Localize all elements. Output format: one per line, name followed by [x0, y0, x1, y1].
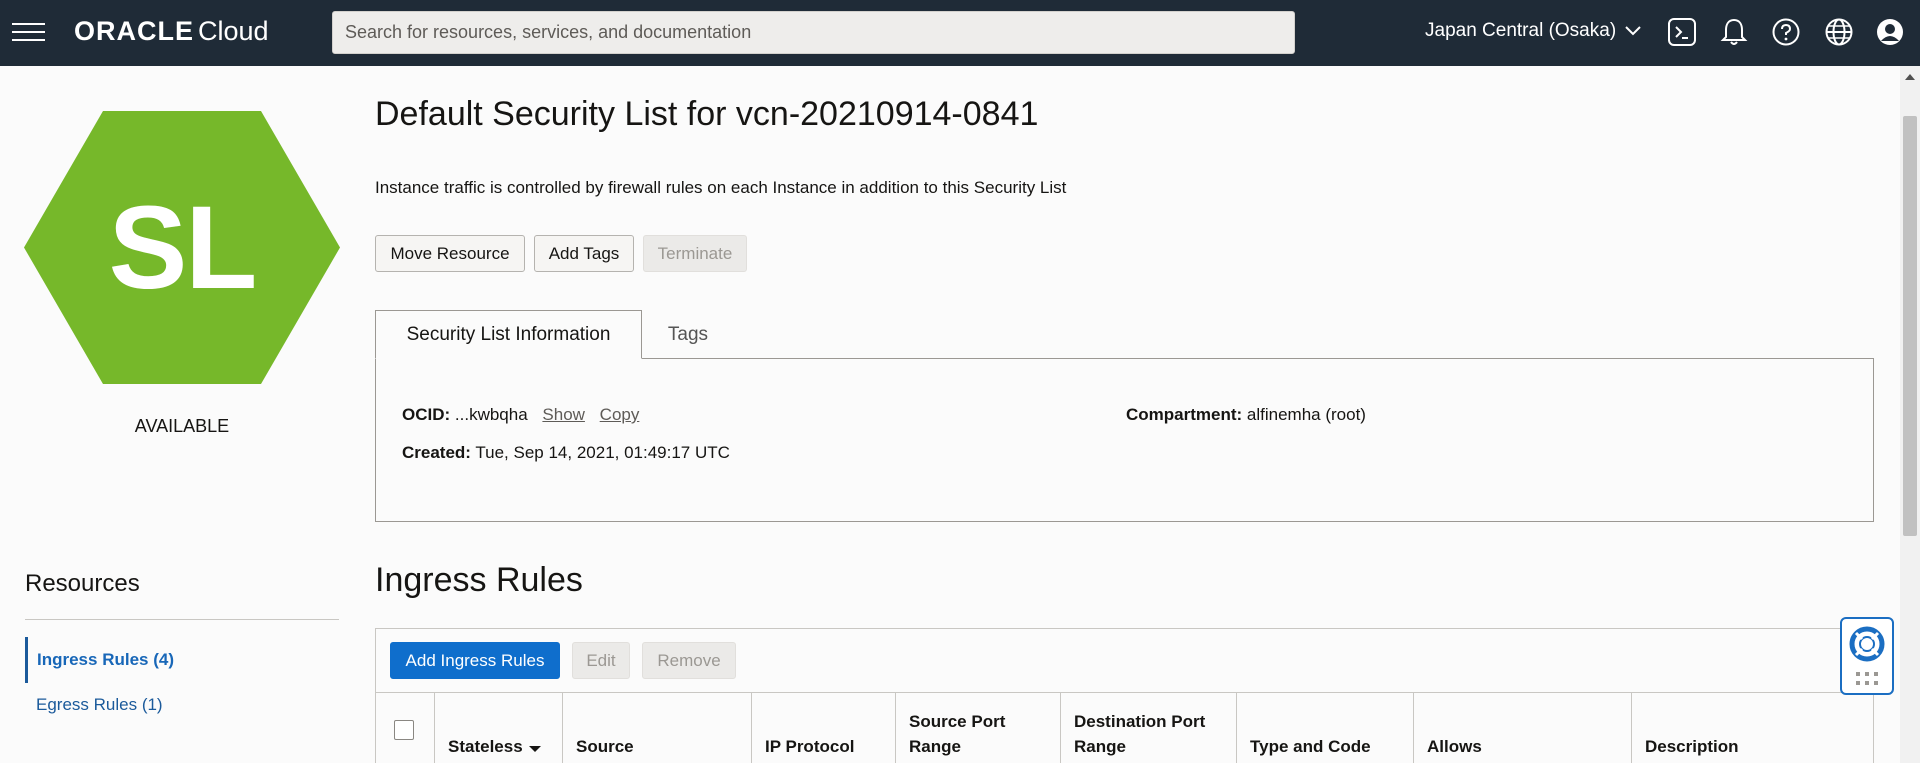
- resource-status: AVAILABLE: [134, 416, 230, 436]
- column-header-destination-port-range[interactable]: Destination Port Range: [1060, 693, 1236, 763]
- column-stateless-label: Stateless: [448, 737, 523, 756]
- user-icon[interactable]: [1873, 15, 1907, 49]
- ocid-show-link[interactable]: Show: [542, 405, 585, 424]
- help-icon[interactable]: [1769, 15, 1803, 49]
- scrollbar-thumb[interactable]: [1903, 116, 1917, 536]
- column-header-ip-protocol[interactable]: IP Protocol: [751, 693, 895, 763]
- ocid-label: OCID:: [402, 405, 451, 424]
- compartment-label: Compartment:: [1126, 405, 1243, 424]
- chevron-down-icon: [1625, 26, 1641, 36]
- column-header-source-port-range[interactable]: Source Port Range: [895, 693, 1045, 763]
- sort-down-icon: [528, 746, 541, 752]
- tab-tags[interactable]: Tags: [642, 310, 734, 359]
- region-label: Japan Central (Osaka): [1425, 20, 1617, 41]
- created-field: Created: Tue, Sep 14, 2021, 01:49:17 UTC: [402, 443, 730, 463]
- top-navigation-bar: ORACLECloud Japan Central (Osaka): [0, 0, 1920, 66]
- ingress-rules-heading: Ingress Rules: [375, 561, 583, 599]
- resources-heading: Resources: [25, 570, 140, 597]
- search-input[interactable]: [332, 11, 1295, 54]
- page-description: Instance traffic is controlled by firewa…: [375, 178, 1067, 197]
- created-value: Tue, Sep 14, 2021, 01:49:17 UTC: [475, 443, 730, 462]
- globe-icon[interactable]: [1822, 15, 1856, 49]
- tab-security-list-information[interactable]: Security List Information: [375, 310, 642, 359]
- column-header-type-and-code[interactable]: Type and Code: [1236, 693, 1413, 763]
- page-scrollbar[interactable]: [1900, 66, 1920, 763]
- bell-icon[interactable]: [1717, 15, 1751, 49]
- resource-badge: SL: [24, 111, 340, 384]
- ocid-field: OCID: ...kwbqha Show Copy: [402, 405, 639, 425]
- cloud-shell-icon[interactable]: [1665, 15, 1699, 49]
- edit-button[interactable]: Edit: [572, 642, 630, 679]
- ocid-value: ...kwbqha: [454, 405, 528, 424]
- menu-icon[interactable]: [12, 19, 45, 43]
- move-resource-button[interactable]: Move Resource: [375, 235, 525, 272]
- scroll-up-icon[interactable]: [1905, 74, 1915, 80]
- remove-button[interactable]: Remove: [642, 642, 736, 679]
- hexagon-icon: SL: [24, 111, 340, 384]
- column-header-description[interactable]: Description: [1631, 693, 1875, 763]
- page-title: Default Security List for vcn-20210914-0…: [375, 95, 1039, 133]
- ingress-rules-table: Add Ingress Rules Edit Remove Stateless …: [375, 628, 1875, 763]
- security-list-info-panel: OCID: ...kwbqha Show Copy Compartment: a…: [375, 358, 1874, 522]
- sidebar-item-ingress-rules[interactable]: Ingress Rules (4): [25, 637, 339, 683]
- resources-divider: [25, 619, 339, 620]
- logo-cloud-text: Cloud: [198, 16, 269, 46]
- terminate-button[interactable]: Terminate: [643, 235, 747, 272]
- oracle-cloud-logo[interactable]: ORACLE Cloud: [74, 16, 269, 47]
- compartment-value[interactable]: alfinemha (root): [1247, 405, 1366, 424]
- logo-oracle-text: ORACLE: [74, 16, 194, 46]
- sidebar-item-egress-rules[interactable]: Egress Rules (1): [25, 682, 339, 728]
- resource-abbreviation: SL: [108, 181, 258, 314]
- created-label: Created:: [402, 443, 471, 462]
- help-widget[interactable]: [1840, 617, 1894, 695]
- region-selector[interactable]: Japan Central (Osaka): [1425, 20, 1642, 42]
- table-header-row: Stateless Source IP Protocol Source Port…: [376, 692, 1875, 763]
- ocid-copy-link[interactable]: Copy: [600, 405, 640, 424]
- add-tags-button[interactable]: Add Tags: [534, 235, 634, 272]
- column-header-stateless[interactable]: Stateless: [434, 693, 562, 763]
- compartment-field: Compartment: alfinemha (root): [1126, 405, 1366, 425]
- column-header-allows[interactable]: Allows: [1413, 693, 1631, 763]
- column-header-source[interactable]: Source: [562, 693, 751, 763]
- lifebuoy-icon: [1849, 626, 1885, 685]
- add-ingress-rules-button[interactable]: Add Ingress Rules: [390, 642, 560, 679]
